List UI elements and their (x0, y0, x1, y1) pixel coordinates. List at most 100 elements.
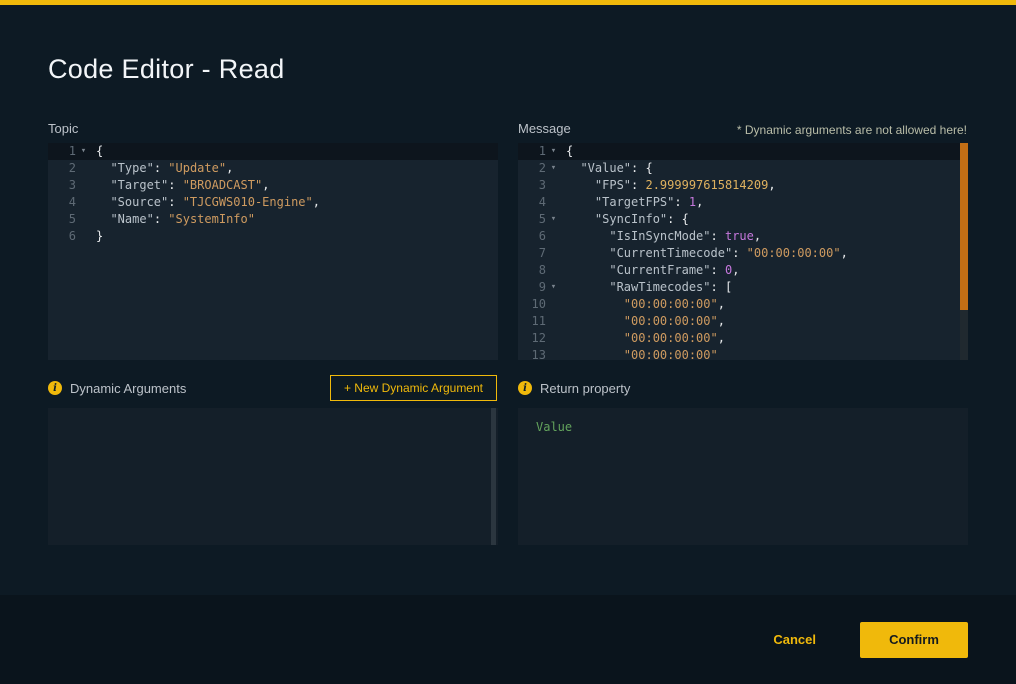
line-number: 2 (48, 160, 76, 177)
code-text: { (562, 143, 573, 160)
code-line: 1▾{ (48, 143, 498, 160)
fold-arrow-icon[interactable]: ▾ (76, 143, 91, 160)
fold-spacer (76, 211, 91, 228)
line-gutter: 1▾ (518, 143, 562, 160)
code-line: 2▾ "Value": { (518, 160, 968, 177)
topic-label: Topic (48, 121, 78, 136)
line-gutter: 8 (518, 262, 562, 279)
new-dynamic-argument-button[interactable]: + New Dynamic Argument (330, 375, 497, 401)
code-line: 4 "TargetFPS": 1, (518, 194, 968, 211)
code-line: 8 "CurrentFrame": 0, (518, 262, 968, 279)
code-text: { (92, 143, 103, 160)
code-editor-dialog: Code Editor - Read Topic Message * Dynam… (0, 0, 1016, 684)
line-number: 9 (518, 279, 546, 296)
fold-arrow-icon[interactable]: ▾ (546, 279, 561, 296)
code-text: "Target": "BROADCAST", (92, 177, 269, 194)
line-number: 6 (48, 228, 76, 245)
code-line: 6 "IsInSyncMode": true, (518, 228, 968, 245)
fold-spacer (546, 228, 561, 245)
fold-spacer (546, 177, 561, 194)
code-text: "TargetFPS": 1, (562, 194, 703, 211)
message-code-lines: 1▾{2▾ "Value": {3 "FPS": 2.9999976158142… (518, 143, 968, 360)
code-line: 2 "Type": "Update", (48, 160, 498, 177)
line-number: 1 (518, 143, 546, 160)
code-line: 5▾ "SyncInfo": { (518, 211, 968, 228)
line-gutter: 3 (48, 177, 92, 194)
dynamic-arguments-label: Dynamic Arguments (70, 381, 186, 396)
code-text: "00:00:00:00", (562, 313, 725, 330)
line-number: 3 (48, 177, 76, 194)
fold-spacer (546, 347, 561, 360)
return-property-label: Return property (540, 381, 630, 396)
code-line: 9▾ "RawTimecodes": [ (518, 279, 968, 296)
fold-arrow-icon[interactable]: ▾ (546, 211, 561, 228)
line-number: 5 (48, 211, 76, 228)
info-icon: i (518, 381, 532, 395)
line-number: 13 (518, 347, 546, 360)
fold-spacer (76, 177, 91, 194)
fold-spacer (76, 160, 91, 177)
line-number: 12 (518, 330, 546, 347)
code-text: "00:00:00:00", (562, 330, 725, 347)
line-gutter: 6 (48, 228, 92, 245)
return-property-header: i Return property (518, 375, 630, 401)
return-property-editor[interactable]: Value (518, 408, 968, 545)
line-gutter: 7 (518, 245, 562, 262)
line-number: 4 (518, 194, 546, 211)
fold-spacer (76, 228, 91, 245)
code-line: 4 "Source": "TJCGWS010-Engine", (48, 194, 498, 211)
code-text: "Value": { (562, 160, 653, 177)
top-accent-bar (0, 0, 1016, 5)
dynamic-arguments-panel (48, 408, 498, 545)
line-gutter: 11 (518, 313, 562, 330)
code-line: 7 "CurrentTimecode": "00:00:00:00", (518, 245, 968, 262)
message-scrollbar-thumb[interactable] (960, 143, 968, 310)
line-gutter: 10 (518, 296, 562, 313)
fold-spacer (546, 313, 561, 330)
line-gutter: 2▾ (518, 160, 562, 177)
line-gutter: 13 (518, 347, 562, 360)
code-line: 6} (48, 228, 498, 245)
code-text: } (92, 228, 103, 245)
line-gutter: 3 (518, 177, 562, 194)
fold-arrow-icon[interactable]: ▾ (546, 160, 561, 177)
line-number: 5 (518, 211, 546, 228)
line-gutter: 6 (518, 228, 562, 245)
code-text: "SyncInfo": { (562, 211, 689, 228)
line-number: 11 (518, 313, 546, 330)
code-line: 3 "Target": "BROADCAST", (48, 177, 498, 194)
fold-spacer (546, 245, 561, 262)
code-text: "FPS": 2.999997615814209, (562, 177, 776, 194)
code-text: "Source": "TJCGWS010-Engine", (92, 194, 320, 211)
line-gutter: 1▾ (48, 143, 92, 160)
line-number: 7 (518, 245, 546, 262)
confirm-button[interactable]: Confirm (860, 622, 968, 658)
code-text: "00:00:00:00", (562, 296, 725, 313)
line-gutter: 12 (518, 330, 562, 347)
line-number: 1 (48, 143, 76, 160)
line-gutter: 4 (518, 194, 562, 211)
code-line: 13 "00:00:00:00" (518, 347, 968, 360)
line-gutter: 2 (48, 160, 92, 177)
line-number: 10 (518, 296, 546, 313)
dynamic-arguments-scrollbar-track (491, 408, 496, 545)
line-gutter: 9▾ (518, 279, 562, 296)
line-gutter: 5▾ (518, 211, 562, 228)
line-number: 4 (48, 194, 76, 211)
code-text: "Type": "Update", (92, 160, 233, 177)
topic-editor[interactable]: 1▾{2 "Type": "Update",3 "Target": "BROAD… (48, 143, 498, 360)
topic-code-lines: 1▾{2 "Type": "Update",3 "Target": "BROAD… (48, 143, 498, 245)
message-editor[interactable]: 1▾{2▾ "Value": {3 "FPS": 2.9999976158142… (518, 143, 968, 360)
code-text: "IsInSyncMode": true, (562, 228, 761, 245)
line-gutter: 5 (48, 211, 92, 228)
code-line: 10 "00:00:00:00", (518, 296, 968, 313)
fold-spacer (546, 262, 561, 279)
code-line: 5 "Name": "SystemInfo" (48, 211, 498, 228)
page-title: Code Editor - Read (48, 54, 285, 85)
line-gutter: 4 (48, 194, 92, 211)
footer-bar: Cancel Confirm (0, 595, 1016, 684)
info-icon: i (48, 381, 62, 395)
line-number: 8 (518, 262, 546, 279)
cancel-button[interactable]: Cancel (773, 632, 816, 647)
fold-arrow-icon[interactable]: ▾ (546, 143, 561, 160)
